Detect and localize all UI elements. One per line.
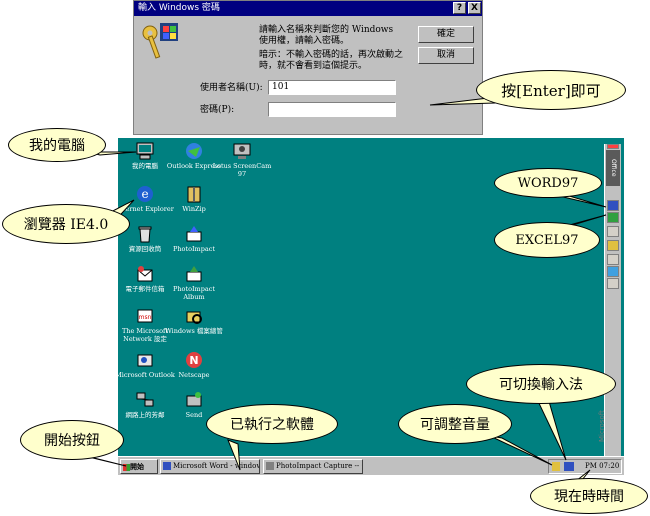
callout-volume: 可調整音量 <box>398 404 512 444</box>
callout-running-apps: 已執行之軟體 <box>206 404 338 444</box>
callout-word97: WORD97 <box>494 168 602 198</box>
callout-input-method: 可切換輸入法 <box>466 364 616 404</box>
callout-clock: 現在時時間 <box>530 478 648 514</box>
callout-start-button: 開始按鈕 <box>20 420 124 460</box>
callout-password: 按[Enter]即可 <box>476 70 626 110</box>
callout-excel97: EXCEL97 <box>494 222 600 258</box>
callout-my-computer: 我的電腦 <box>8 128 106 162</box>
callout-browser: 瀏覽器 IE4.0 <box>2 204 130 244</box>
